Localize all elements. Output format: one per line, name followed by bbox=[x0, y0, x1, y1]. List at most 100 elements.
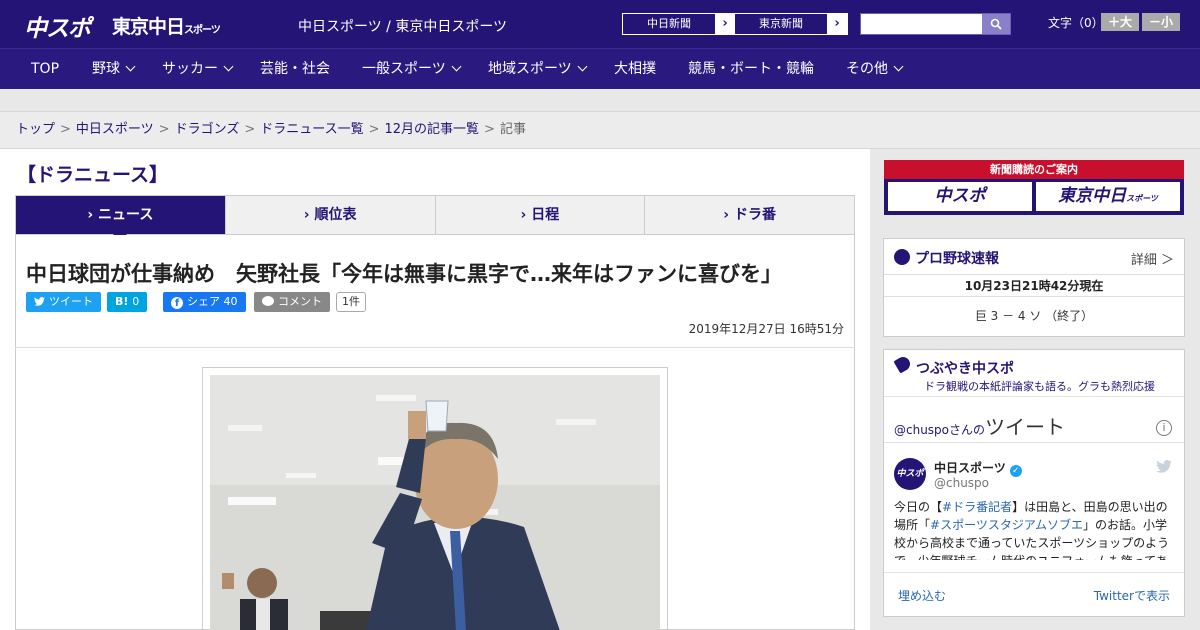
photo-light bbox=[556, 419, 596, 425]
tweets-box-subtitle: ドラ観戦の本紙評論家も語る。グラも熱烈応援 bbox=[924, 380, 1155, 393]
tokyo-chunichi-logo[interactable]: 東京中日スポーツ bbox=[112, 12, 221, 39]
nav-item-baseball[interactable]: 野球 bbox=[92, 49, 136, 89]
chevron-down-icon bbox=[893, 61, 904, 72]
twitter-timeline-title[interactable]: @chuspoさんのツイート bbox=[894, 411, 1065, 440]
banner-tokyo-chunichi-text: 東京中日 bbox=[1058, 186, 1127, 206]
nav-item-racing[interactable]: 競馬・ボート・競輪 bbox=[688, 49, 814, 89]
tweet-account-handle[interactable]: @chuspo bbox=[934, 476, 989, 490]
tweet-account-name[interactable]: 中日スポーツ ✓ bbox=[934, 459, 1022, 477]
photo-light bbox=[286, 473, 316, 478]
nav-label: サッカー bbox=[162, 61, 218, 77]
search-input[interactable] bbox=[861, 14, 982, 34]
breadcrumb-chunichi-sports[interactable]: 中日スポーツ bbox=[76, 122, 154, 137]
nav-item-sumo[interactable]: 大相撲 bbox=[614, 49, 656, 89]
chevron-right-icon: › bbox=[87, 207, 99, 223]
article-date: 2019年12月27日 16時51分 bbox=[688, 322, 844, 336]
divider bbox=[884, 396, 1184, 397]
subscription-banner[interactable]: 新聞購読のご案内 中スポ 東京中日スポーツ bbox=[884, 160, 1184, 215]
hatena-icon: B! bbox=[115, 295, 129, 308]
breadcrumb-top[interactable]: トップ bbox=[16, 122, 55, 137]
banner-chuspo-logo[interactable]: 中スポ bbox=[888, 182, 1032, 211]
chunichi-shimbun-link[interactable]: 中日新聞 › bbox=[622, 13, 736, 35]
tab-schedule[interactable]: › 日程 bbox=[435, 196, 646, 234]
tweet-account-name-text: 中日スポーツ bbox=[934, 461, 1006, 475]
chuspo-logo[interactable]: 中スポ bbox=[24, 9, 91, 43]
search-icon bbox=[990, 18, 1002, 30]
comment-label: コメント bbox=[278, 295, 322, 308]
nav-item-soccer[interactable]: サッカー bbox=[162, 49, 234, 89]
breadcrumb-separator: > bbox=[484, 122, 495, 137]
nav-label: 大相撲 bbox=[614, 61, 656, 77]
timeline-handle-suffix: ツイート bbox=[985, 415, 1066, 439]
tokyo-chunichi-logo-text: 東京中日 bbox=[112, 16, 185, 38]
comment-icon bbox=[262, 296, 274, 306]
nav-label: 芸能・社会 bbox=[260, 61, 330, 77]
twitter-bird-icon bbox=[1156, 460, 1172, 473]
section-tabs: › ニュース › 順位表 › 日程 › ドラ番 bbox=[15, 195, 855, 241]
chevron-right-icon: › bbox=[303, 207, 315, 223]
article-headline: 中日球団が仕事納め 矢野社長「今年は無事に黒字で…来年はファンに喜びを」 bbox=[26, 262, 782, 286]
tab-standings[interactable]: › 順位表 bbox=[225, 196, 436, 234]
avatar[interactable]: 中スポ bbox=[894, 458, 926, 490]
chevron-down-icon bbox=[577, 61, 588, 72]
tweet-label: ツイート bbox=[49, 295, 93, 308]
nav-item-entertainment[interactable]: 芸能・社会 bbox=[260, 49, 330, 89]
nav-label: 地域スポーツ bbox=[488, 61, 572, 77]
font-bigger-button[interactable]: ＋大 bbox=[1101, 13, 1139, 31]
top-header: 中スポ 東京中日スポーツ 中日スポーツ / 東京中日スポーツ 中日新聞 › 東京… bbox=[0, 0, 1200, 48]
banner-tokyo-chunichi-suffix: スポーツ bbox=[1126, 194, 1158, 203]
nav-item-local-sports[interactable]: 地域スポーツ bbox=[488, 49, 588, 89]
subscription-banner-title: 新聞購読のご案内 bbox=[884, 160, 1184, 179]
facebook-share-button[interactable]: f シェア 40 bbox=[163, 292, 246, 312]
embed-link[interactable]: 埋め込む bbox=[898, 587, 946, 604]
tab-news[interactable]: › ニュース bbox=[16, 196, 226, 241]
comment-button[interactable]: コメント bbox=[254, 292, 330, 312]
hatena-bookmark-button[interactable]: B! 0 bbox=[107, 292, 148, 312]
photo-image bbox=[210, 375, 660, 630]
tweet-hashtag-link[interactable]: #スポーツスタジアムソブエ bbox=[930, 518, 1083, 532]
divider bbox=[884, 442, 1184, 443]
chevron-right-icon: › bbox=[827, 14, 847, 34]
tweet-hashtag-link[interactable]: #ドラ番記者 bbox=[942, 500, 1012, 514]
info-icon[interactable]: i bbox=[1156, 420, 1172, 436]
tab-reporter[interactable]: › ドラ番 bbox=[645, 196, 854, 234]
tab-label: 順位表 bbox=[314, 207, 357, 223]
nav-item-general-sports[interactable]: 一般スポーツ bbox=[362, 49, 462, 89]
nav-item-others[interactable]: その他 bbox=[846, 49, 904, 89]
comment-count[interactable]: 1件 bbox=[336, 292, 366, 312]
breadcrumb-dragons[interactable]: ドラゴンズ bbox=[175, 122, 240, 137]
breadcrumb-separator: > bbox=[368, 122, 380, 137]
baseball-details-link[interactable]: 詳細 ＞ bbox=[1131, 249, 1174, 268]
baseball-box-title: プロ野球速報 bbox=[915, 251, 999, 267]
nav-label: 一般スポーツ bbox=[362, 61, 446, 77]
baseball-box-header: プロ野球速報 詳細 ＞ bbox=[884, 239, 1184, 275]
chevron-right-icon: › bbox=[520, 207, 532, 223]
breadcrumb-separator: > bbox=[244, 122, 256, 137]
article-photo[interactable] bbox=[202, 367, 668, 630]
photo-light bbox=[376, 395, 416, 401]
chevron-right-icon: › bbox=[723, 207, 734, 223]
tweets-box: つぶやき中スポ ドラ観戦の本紙評論家も語る。グラも熱烈応援 @chuspoさんの… bbox=[883, 349, 1185, 617]
view-on-twitter-link[interactable]: Twitterで表示 bbox=[1094, 587, 1170, 604]
verified-icon: ✓ bbox=[1009, 465, 1022, 477]
font-smaller-button[interactable]: －小 bbox=[1142, 13, 1180, 31]
photo-light bbox=[228, 425, 262, 431]
breadcrumb-december[interactable]: 12月の記事一覧 bbox=[385, 122, 480, 137]
search-button[interactable] bbox=[982, 14, 1010, 34]
tokyo-shimbun-label: 東京新聞 bbox=[759, 17, 803, 30]
tweets-box-title: つぶやき中スポ bbox=[916, 361, 1014, 377]
divider bbox=[15, 347, 855, 348]
nav-item-top[interactable]: TOP bbox=[31, 49, 59, 89]
nav-label: 競馬・ボート・競輪 bbox=[688, 61, 814, 77]
breadcrumb-separator: > bbox=[60, 122, 71, 137]
tokyo-shimbun-link[interactable]: 東京新聞 › bbox=[734, 13, 848, 35]
timeline-handle-prefix: @chuspoさんの bbox=[894, 423, 986, 437]
banner-tokyo-chunichi-logo[interactable]: 東京中日スポーツ bbox=[1036, 182, 1180, 211]
chevron-right-icon: › bbox=[715, 14, 735, 34]
megaphone-icon bbox=[893, 354, 913, 374]
tweet-button[interactable]: ツイート bbox=[26, 292, 101, 312]
facebook-icon: f bbox=[171, 297, 183, 309]
game-score[interactable]: 巨 3 － 4 ソ （終了） bbox=[884, 297, 1184, 335]
site-name-link[interactable]: 中日スポーツ / 東京中日スポーツ bbox=[298, 16, 507, 36]
breadcrumb-dora-news[interactable]: ドラニュース一覧 bbox=[260, 122, 363, 137]
